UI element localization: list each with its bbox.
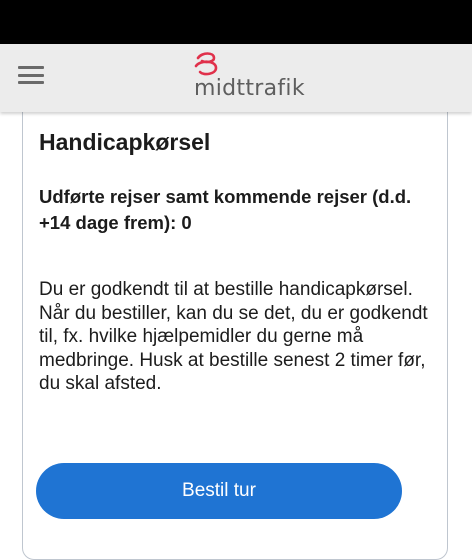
- menu-line: [18, 81, 44, 84]
- midttrafik-logo: midttrafik: [180, 50, 340, 106]
- handicap-card: Handicapkørsel Udførte rejser samt komme…: [22, 100, 448, 560]
- menu-line: [18, 66, 44, 69]
- approval-description: Du er godkendt til at bestille handicapk…: [39, 279, 428, 394]
- trips-count-text: Udførte rejser samt kommende rejser (d.d…: [39, 186, 412, 233]
- logo-text: midttrafik: [194, 76, 305, 101]
- book-trip-button[interactable]: Bestil tur: [36, 463, 402, 519]
- app-bar: midttrafik: [0, 44, 472, 112]
- hamburger-menu-icon[interactable]: [14, 62, 48, 88]
- status-bar: [0, 0, 472, 44]
- midttrafik-logo-mark-icon: [194, 52, 218, 76]
- menu-line: [18, 73, 44, 77]
- card-title: Handicapkørsel: [39, 129, 211, 155]
